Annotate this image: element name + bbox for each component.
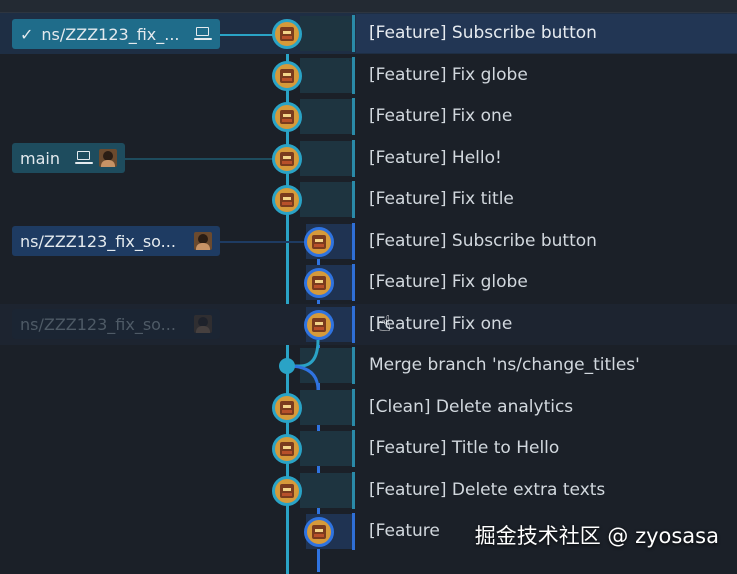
commit-message: [Clean] Delete analytics <box>369 397 574 417</box>
author-avatar[interactable] <box>272 185 302 215</box>
author-avatar[interactable] <box>272 61 302 91</box>
current-branch-badge[interactable]: ✓ ns/ZZZ123_fix_... <box>12 19 220 49</box>
commit-message: [Feature] Subscribe button <box>369 23 597 43</box>
laptop-icon <box>194 27 212 41</box>
branch-connector <box>125 158 280 160</box>
branch-connector <box>220 34 280 36</box>
commit-row[interactable]: [Feature] Title to Hello <box>0 428 737 469</box>
commit-message: [Feature] Delete extra texts <box>369 480 606 500</box>
commit-row[interactable]: [Feature] Fix title <box>0 179 737 220</box>
author-avatar[interactable] <box>272 393 302 423</box>
remote-branch-badge[interactable]: ns/ZZZ123_fix_so... <box>12 226 220 256</box>
branch-label: ns/ZZZ123_fix_so... <box>20 231 176 251</box>
commit-row[interactable]: [Feature] Fix one <box>0 96 737 137</box>
commit-row[interactable]: [Feature] Fix globe <box>0 262 737 303</box>
commit-row[interactable]: [Feature] Delete extra texts <box>0 470 737 511</box>
commit-row[interactable]: [Feature] Fix globe <box>0 55 737 96</box>
commit-message: [Feature] Fix globe <box>369 65 528 85</box>
laptop-icon <box>75 151 93 165</box>
toolbar-strip <box>0 0 737 13</box>
branch-label: ns/ZZZ123_fix_so... <box>20 314 176 334</box>
branch-label: main <box>20 148 60 168</box>
branch-connector <box>220 241 310 243</box>
commit-message: Merge branch 'ns/change_titles' <box>369 355 640 375</box>
ghost-branch-badge[interactable]: ns/ZZZ123_fix_so... <box>12 309 220 339</box>
commit-message: [Feature] Subscribe button <box>369 231 597 251</box>
checkmark-icon: ✓ <box>20 24 34 44</box>
author-avatar[interactable] <box>272 102 302 132</box>
commit-row[interactable]: [Clean] Delete analytics <box>0 387 737 428</box>
author-avatar[interactable] <box>304 268 334 298</box>
commit-message: [Feature <box>369 521 440 541</box>
author-avatar[interactable] <box>272 434 302 464</box>
user-avatar-icon <box>194 315 212 333</box>
commit-message: [Feature] Fix one <box>369 106 513 126</box>
main-branch-badge[interactable]: main <box>12 143 125 173</box>
author-avatar[interactable] <box>272 476 302 506</box>
commit-message: [Feature] Fix globe <box>369 272 528 292</box>
author-avatar[interactable] <box>304 227 334 257</box>
watermark: 掘金技术社区 @ zyosasa <box>474 524 719 548</box>
author-avatar[interactable] <box>272 144 302 174</box>
author-avatar[interactable] <box>304 310 334 340</box>
commit-row[interactable]: Merge branch 'ns/change_titles' <box>0 345 737 386</box>
user-avatar-icon <box>99 149 117 167</box>
branch-label: ns/ZZZ123_fix_... <box>41 24 180 44</box>
author-avatar[interactable] <box>304 517 334 547</box>
user-avatar-icon <box>194 232 212 250</box>
commit-message: [Feature] Fix title <box>369 189 514 209</box>
mouse-cursor-icon: ☝ <box>378 312 392 337</box>
commit-message: [Feature] Title to Hello <box>369 438 560 458</box>
author-avatar[interactable] <box>272 19 302 49</box>
merge-commit-dot[interactable] <box>279 358 295 374</box>
commit-message: [Feature] Hello! <box>369 148 502 168</box>
